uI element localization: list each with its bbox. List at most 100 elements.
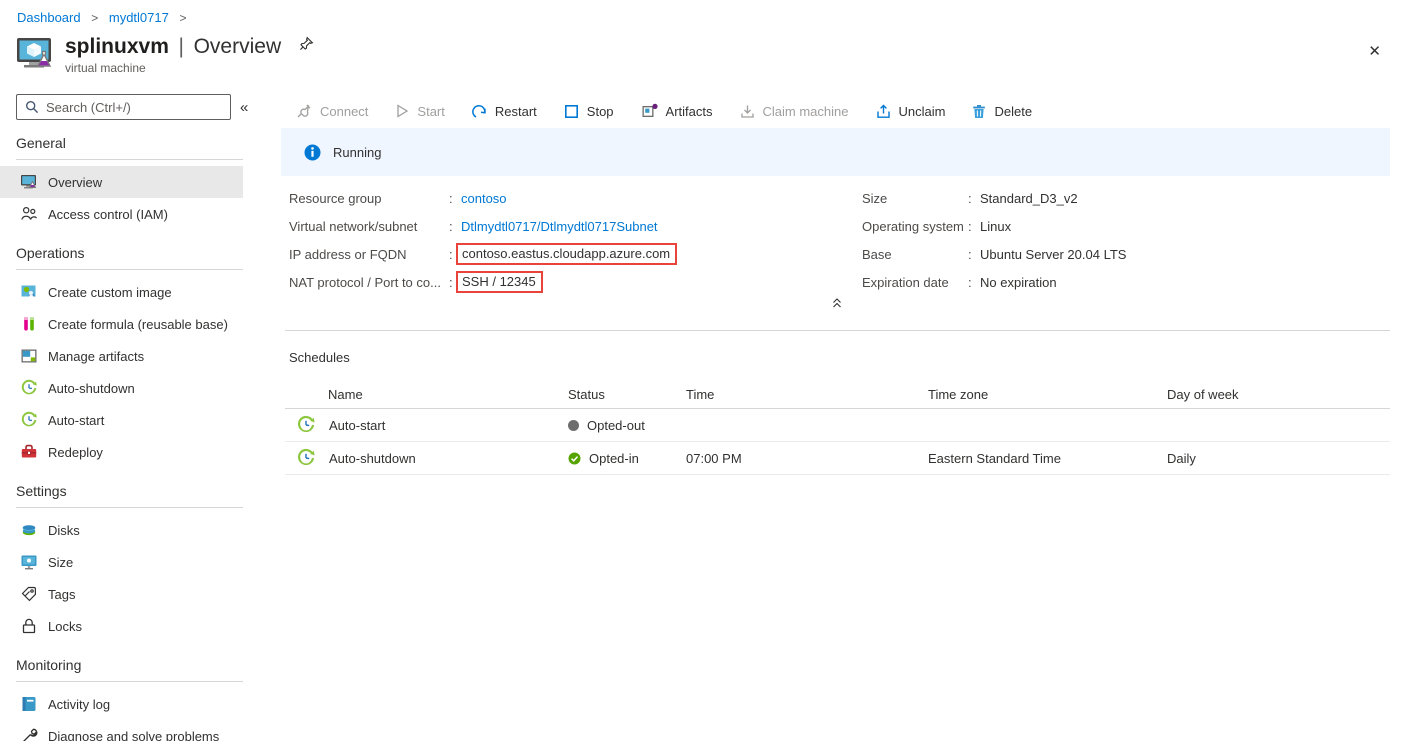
sidebar-item-locks[interactable]: Locks	[0, 610, 243, 642]
section-title-general: General	[16, 120, 243, 160]
sidebar-item-tags[interactable]: Tags	[0, 578, 243, 610]
toolbox-icon	[20, 443, 38, 461]
resource-type-label: virtual machine	[65, 61, 146, 75]
access-control-icon	[20, 205, 38, 223]
sidebar-item-diagnose[interactable]: Diagnose and solve problems	[0, 720, 243, 741]
breadcrumb-dashboard-link[interactable]: Dashboard	[17, 10, 81, 25]
toolbar-button-label: Delete	[994, 103, 1033, 119]
activity-log-icon	[20, 695, 38, 713]
lock-icon	[20, 617, 38, 635]
sidebar-item-label: Tags	[48, 586, 76, 602]
detail-row-size: Size : Standard_D3_v2	[862, 190, 1078, 206]
base-value: Ubuntu Server 20.04 LTS	[980, 246, 1127, 262]
title-divider: |	[178, 35, 184, 58]
detail-row-fqdn: IP address or FQDN : contoso.eastus.clou…	[289, 240, 678, 268]
sidebar-item-auto-shutdown[interactable]: Auto-shutdown	[0, 372, 243, 404]
collapse-details-button[interactable]	[829, 295, 845, 311]
sidebar-item-label: Auto-shutdown	[48, 380, 135, 396]
monitor-icon	[20, 553, 38, 571]
sidebar-item-auto-start[interactable]: Auto-start	[0, 404, 243, 436]
sidebar-item-label: Size	[48, 554, 74, 570]
column-header-name: Name	[328, 386, 363, 402]
claim-machine-button[interactable]: Claim machine	[740, 104, 849, 119]
detail-label: IP address or FQDN	[289, 246, 407, 262]
vm-overview-page: Dashboard > mydtl0717 > splinuxvm | Over…	[0, 0, 1407, 741]
breadcrumb-separator: >	[179, 11, 187, 25]
restart-button[interactable]: Restart	[472, 104, 537, 119]
sidebar-item-overview[interactable]: Overview	[0, 166, 243, 198]
toolbar-button-label: Unclaim	[898, 103, 946, 119]
sidebar-search[interactable]	[16, 94, 231, 120]
table-row-auto-shutdown[interactable]: Auto-shutdown Opted-in 07:00 PM Eastern …	[285, 442, 1390, 475]
blade-name: Overview	[193, 35, 282, 58]
schedule-name: Auto-shutdown	[329, 450, 416, 466]
expiration-value: No expiration	[980, 274, 1057, 290]
vnet-subnet-link[interactable]: Dtlmydtl0717/Dtlmydtl0717Subnet	[461, 219, 658, 234]
schedule-status: Opted-out	[587, 417, 645, 433]
search-icon	[25, 100, 39, 114]
schedule-timezone: Eastern Standard Time	[928, 450, 1061, 466]
sidebar-item-label: Overview	[48, 174, 103, 190]
schedule-dayofweek: Daily	[1167, 450, 1196, 466]
fqdn-value-highlighted: contoso.eastus.cloudapp.azure.com	[456, 243, 678, 265]
page-header: splinuxvm | Overview virtual machine	[15, 36, 314, 74]
sidebar-item-disks[interactable]: Disks	[0, 514, 243, 546]
stop-button[interactable]: Stop	[564, 104, 614, 119]
pin-icon[interactable]	[299, 36, 314, 54]
command-bar: Connect Start Restart Stop Artifacts Cla…	[296, 99, 1032, 123]
sidebar-item-label: Manage artifacts	[48, 348, 145, 364]
artifacts-button[interactable]: Artifacts	[641, 103, 713, 119]
page-title: splinuxvm | Overview virtual machine	[65, 36, 314, 74]
detail-label: Base	[862, 246, 892, 262]
info-icon	[304, 144, 321, 161]
breadcrumb-separator: >	[91, 11, 99, 25]
details-left-column: Resource group : contoso Virtual network…	[289, 184, 678, 296]
section-title-monitoring: Monitoring	[16, 642, 243, 682]
section-divider	[285, 330, 1390, 331]
detail-label: Resource group	[289, 190, 382, 206]
connect-icon	[296, 103, 312, 119]
unclaim-icon	[876, 104, 891, 119]
detail-label: Size	[862, 190, 888, 206]
sidebar-item-label: Create formula (reusable base)	[48, 316, 228, 332]
table-row-auto-start[interactable]: Auto-start Opted-out	[285, 409, 1390, 442]
opted-in-check-icon	[568, 452, 581, 465]
sidebar-collapse-icon[interactable]: «	[240, 99, 248, 116]
sidebar-item-create-formula[interactable]: Create formula (reusable base)	[0, 308, 243, 340]
search-input[interactable]	[46, 99, 222, 115]
connect-button[interactable]: Connect	[296, 103, 368, 119]
sidebar-item-redeploy[interactable]: Redeploy	[0, 436, 243, 468]
sidebar-item-manage-artifacts[interactable]: Manage artifacts	[0, 340, 243, 372]
os-value: Linux	[980, 218, 1012, 234]
detail-row-nat-port: NAT protocol / Port to co... : SSH / 123…	[289, 268, 677, 296]
toolbar-button-label: Stop	[586, 103, 614, 119]
start-button[interactable]: Start	[395, 104, 445, 119]
sidebar-item-access-control[interactable]: Access control (IAM)	[0, 198, 243, 230]
schedules-title: Schedules	[289, 350, 350, 365]
column-header-timezone: Time zone	[928, 386, 989, 402]
breadcrumb-lab-link[interactable]: mydtl0717	[109, 10, 169, 25]
sidebar-item-label: Auto-start	[48, 412, 105, 428]
custom-image-icon	[20, 283, 38, 301]
nat-port-value-highlighted: SSH / 12345	[456, 271, 543, 293]
sidebar-item-label: Create custom image	[48, 284, 172, 300]
schedules-table: Name Status Time Time zone Day of week A…	[285, 380, 1390, 475]
restart-icon	[472, 104, 487, 119]
unclaim-button[interactable]: Unclaim	[876, 103, 946, 119]
column-header-status: Status	[568, 386, 605, 402]
column-header-dayofweek: Day of week	[1167, 386, 1239, 402]
sidebar: « General Overview Access control (IAM) …	[0, 94, 265, 741]
sidebar-item-create-custom-image[interactable]: Create custom image	[0, 276, 243, 308]
wrench-icon	[20, 727, 38, 741]
close-icon[interactable]: ✕	[1368, 42, 1381, 60]
sidebar-item-label: Locks	[48, 618, 82, 634]
sidebar-item-activity-log[interactable]: Activity log	[0, 688, 243, 720]
clock-icon	[296, 415, 316, 435]
sidebar-item-label: Activity log	[48, 696, 111, 712]
sidebar-item-size[interactable]: Size	[0, 546, 243, 578]
vm-overview-icon	[20, 173, 38, 191]
resource-group-link[interactable]: contoso	[461, 191, 507, 206]
delete-button[interactable]: Delete	[972, 104, 1032, 119]
schedules-table-header: Name Status Time Time zone Day of week	[285, 380, 1390, 409]
stop-icon	[564, 104, 579, 119]
